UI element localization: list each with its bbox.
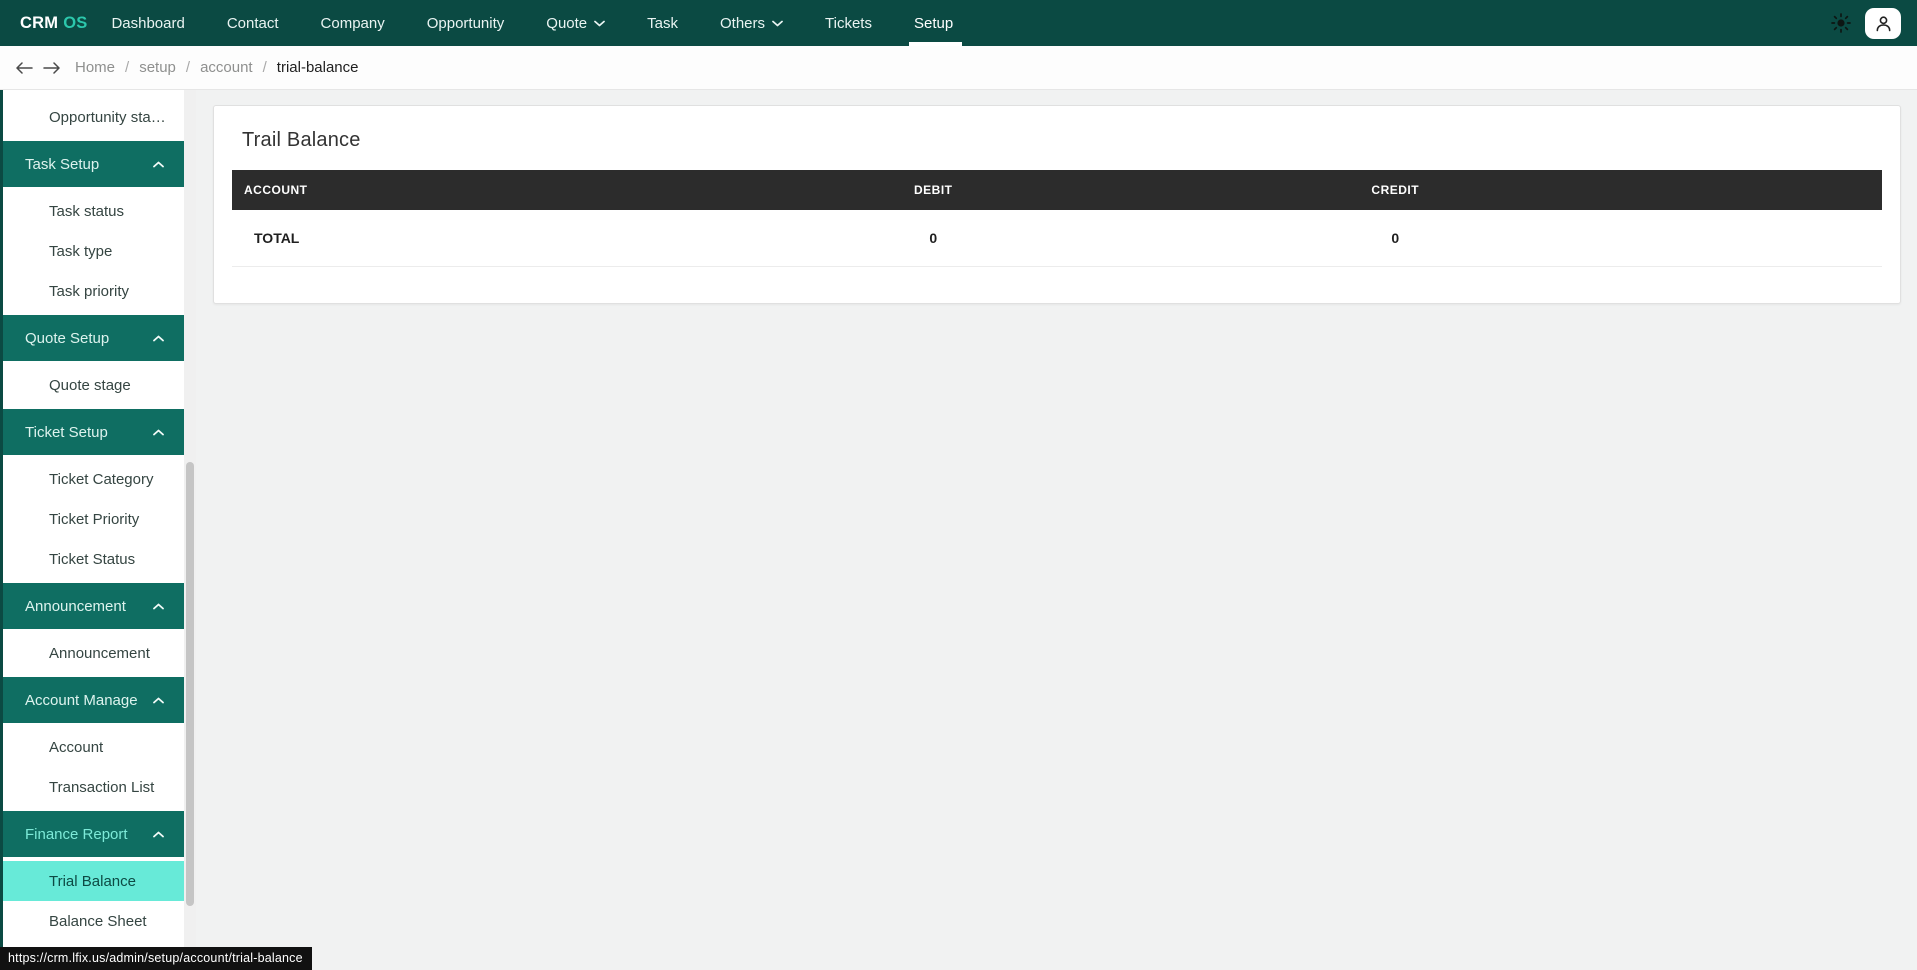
setup-sidebar: Opportunity sta… Task Setup Task status … [0, 90, 196, 970]
forward-arrow-icon[interactable] [41, 60, 63, 76]
nav-item-others[interactable]: Others [720, 0, 783, 46]
nav-right-actions [1831, 7, 1901, 39]
sidebar-section-ticket-setup[interactable]: Ticket Setup [3, 409, 184, 455]
sidebar-scrollbar-track[interactable] [184, 90, 196, 970]
chevron-up-icon [153, 161, 164, 168]
status-bar-url: https://crm.lfix.us/admin/setup/account/… [0, 947, 312, 970]
sidebar-section-account-manage[interactable]: Account Manage [3, 677, 184, 723]
sidebar-item-ticket-priority[interactable]: Ticket Priority [3, 499, 184, 539]
nav-item-task[interactable]: Task [647, 0, 678, 46]
chevron-up-icon [153, 831, 164, 838]
nav-menu: Dashboard Contact Company Opportunity Qu… [111, 0, 963, 46]
breadcrumb-current: trial-balance [276, 59, 359, 76]
trial-balance-card: Trail Balance ACCOUNT DEBIT CREDIT TOTAL… [213, 105, 1901, 304]
sidebar-item-transaction-list[interactable]: Transaction List [3, 767, 184, 807]
chevron-up-icon [153, 697, 164, 704]
total-label: TOTAL [254, 230, 300, 246]
person-icon [1875, 15, 1892, 32]
back-arrow-icon[interactable] [13, 60, 35, 76]
sidebar-menu: Opportunity sta… Task Setup Task status … [0, 90, 184, 970]
sidebar-item-task-priority[interactable]: Task priority [3, 271, 184, 311]
nav-item-quote[interactable]: Quote [546, 0, 606, 46]
sidebar-section-quote-setup[interactable]: Quote Setup [3, 315, 184, 361]
total-debit-value: 0 [929, 230, 938, 246]
breadcrumb-home[interactable]: Home [75, 59, 115, 76]
breadcrumb-bar: Home / setup / account / trial-balance [0, 46, 1917, 90]
chevron-down-icon [594, 20, 606, 27]
theme-toggle-sun-icon[interactable] [1831, 13, 1851, 33]
breadcrumb: Home / setup / account / trial-balance [75, 59, 359, 76]
sidebar-item-announcement[interactable]: Announcement [3, 633, 184, 673]
sidebar-item-ticket-category[interactable]: Ticket Category [3, 459, 184, 499]
nav-item-dashboard[interactable]: Dashboard [111, 0, 184, 46]
sidebar-item-opportunity-stage[interactable]: Opportunity sta… [3, 97, 184, 137]
user-avatar-button[interactable] [1865, 7, 1901, 39]
nav-item-setup[interactable]: Setup [908, 0, 963, 46]
sidebar-section-finance-report[interactable]: Finance Report [3, 811, 184, 857]
nav-item-opportunity[interactable]: Opportunity [427, 0, 505, 46]
breadcrumb-setup[interactable]: setup [139, 59, 176, 76]
column-header-account: ACCOUNT [244, 183, 308, 197]
column-header-debit: DEBIT [914, 183, 953, 197]
nav-item-tickets[interactable]: Tickets [825, 0, 872, 46]
sidebar-section-announcement[interactable]: Announcement [3, 583, 184, 629]
chevron-up-icon [153, 429, 164, 436]
sidebar-item-trial-balance[interactable]: Trial Balance [3, 861, 184, 901]
breadcrumb-account[interactable]: account [200, 59, 253, 76]
chevron-up-icon [153, 603, 164, 610]
column-header-credit: CREDIT [1371, 183, 1420, 197]
chevron-up-icon [153, 335, 164, 342]
sidebar-item-balance-sheet[interactable]: Balance Sheet [3, 901, 184, 941]
logo-part-os: OS [63, 13, 88, 32]
chevron-down-icon [772, 20, 783, 27]
table-header-row: ACCOUNT DEBIT CREDIT [232, 170, 1882, 210]
table-row-total: TOTAL 0 0 [232, 210, 1882, 267]
sidebar-item-task-type[interactable]: Task type [3, 231, 184, 271]
main-content: Trail Balance ACCOUNT DEBIT CREDIT TOTAL… [196, 90, 1917, 970]
nav-item-contact[interactable]: Contact [227, 0, 279, 46]
sidebar-section-task-setup[interactable]: Task Setup [3, 141, 184, 187]
total-credit-value: 0 [1391, 230, 1400, 246]
top-navbar: CRM OS Dashboard Contact Company Opportu… [0, 0, 1917, 46]
app-logo[interactable]: CRM OS [20, 14, 87, 33]
logo-part-crm: CRM [20, 13, 59, 32]
page-title: Trail Balance [242, 129, 361, 151]
sidebar-scrollbar-thumb[interactable] [186, 462, 194, 906]
sidebar-item-task-status[interactable]: Task status [3, 191, 184, 231]
sidebar-item-ticket-status[interactable]: Ticket Status [3, 539, 184, 579]
sidebar-item-quote-stage[interactable]: Quote stage [3, 365, 184, 405]
sidebar-item-account[interactable]: Account [3, 727, 184, 767]
nav-item-company[interactable]: Company [321, 0, 385, 46]
